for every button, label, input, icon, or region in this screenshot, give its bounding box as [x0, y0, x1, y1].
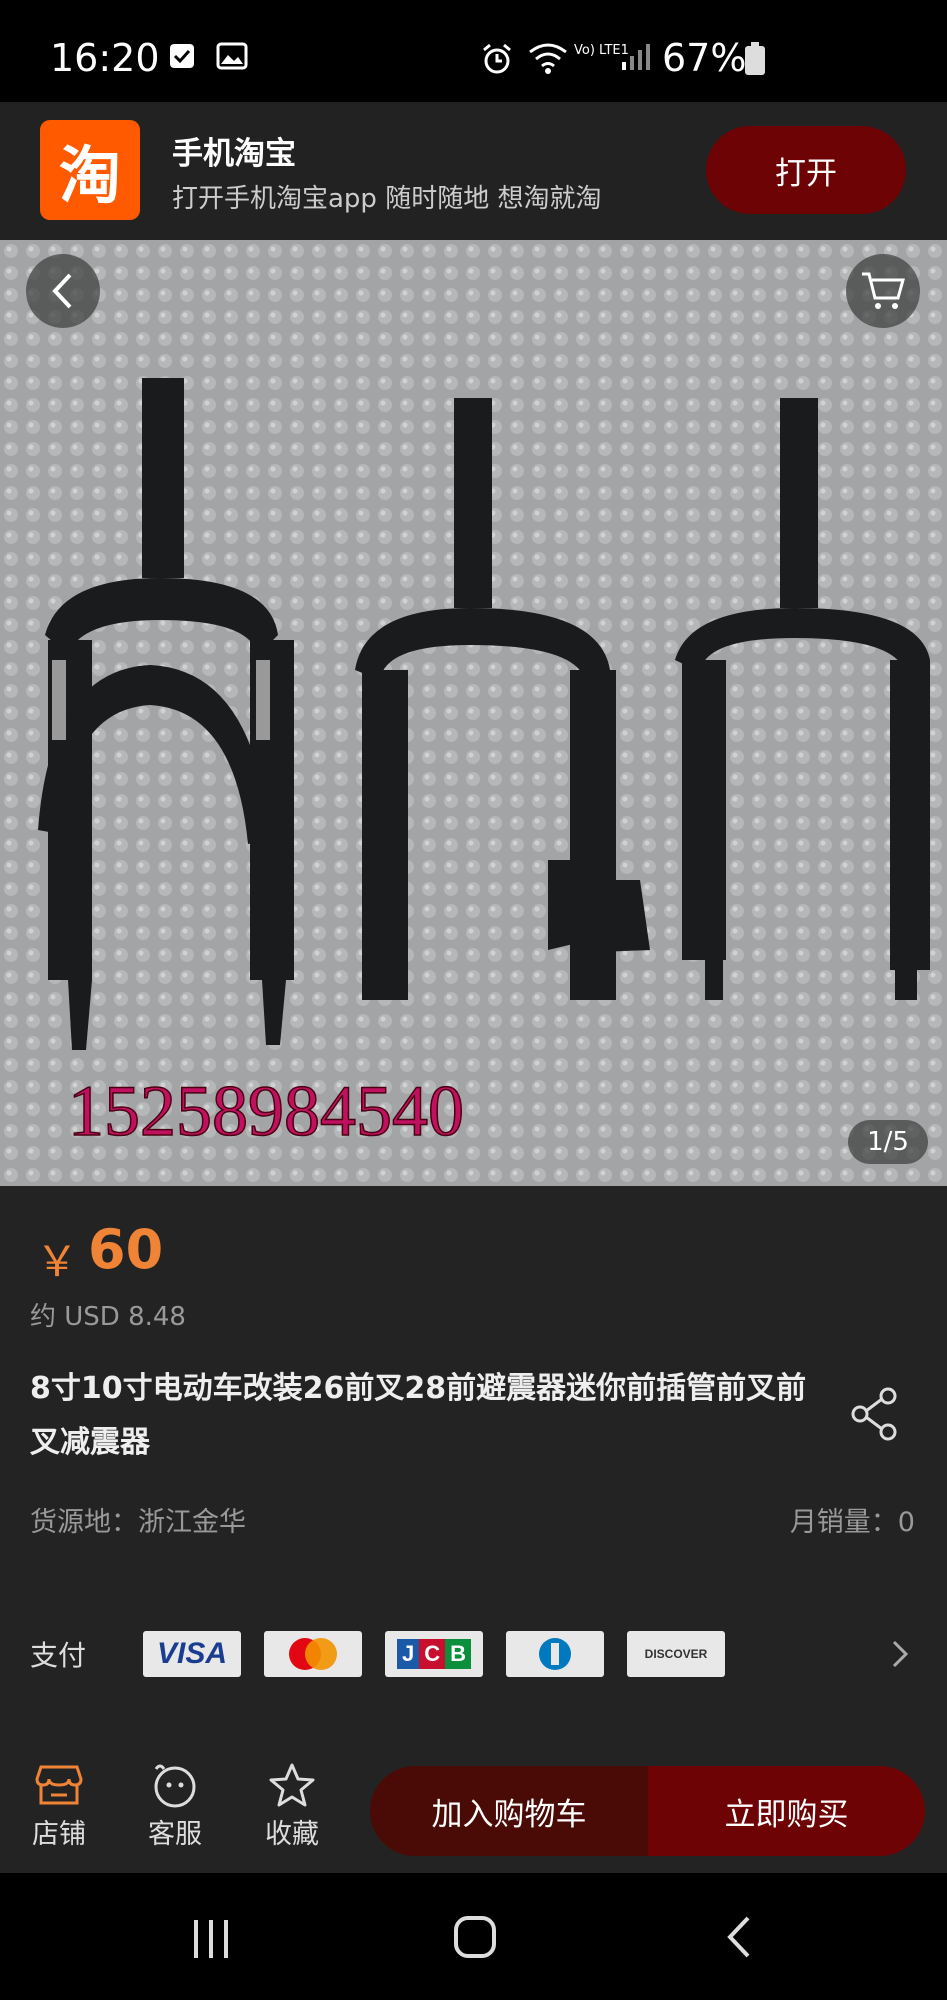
- add-to-cart-button[interactable]: 加入购物车: [370, 1766, 648, 1856]
- customer-service-icon: [154, 1764, 196, 1808]
- visa-card-icon: VISA: [143, 1631, 241, 1677]
- product-image[interactable]: 15258984540: [0, 240, 947, 1186]
- signal-icon: [620, 42, 650, 72]
- diners-card-icon: [506, 1631, 604, 1677]
- favorite-label: 收藏: [265, 1819, 319, 1850]
- payment-label: 支付: [30, 1639, 87, 1672]
- home-icon: [454, 1916, 496, 1958]
- wifi-icon: [528, 42, 567, 74]
- mastercard-icon: [264, 1631, 362, 1677]
- recent-apps-button[interactable]: [188, 1916, 234, 1966]
- taobao-logo-icon[interactable]: 淘: [40, 120, 140, 220]
- customer-service-button[interactable]: 客服: [135, 1758, 215, 1851]
- watermark-phone: 15258984540: [68, 1071, 464, 1151]
- home-button[interactable]: [452, 1914, 498, 1964]
- discover-card-icon: DISCOVER: [627, 1631, 725, 1677]
- app-name: 手机淘宝: [172, 136, 296, 172]
- price: 60: [88, 1218, 164, 1281]
- share-button[interactable]: [848, 1386, 904, 1446]
- cart-button[interactable]: [846, 254, 920, 328]
- gallery-counter: 1/5: [848, 1120, 928, 1164]
- chevron-right-icon: [892, 1640, 909, 1668]
- status-time: 16:20: [50, 36, 160, 80]
- favorite-button[interactable]: 收藏: [252, 1758, 332, 1851]
- app-subtitle: 打开手机淘宝app 随时随地 想淘就淘: [172, 184, 602, 214]
- payment-more-button[interactable]: [888, 1636, 912, 1676]
- share-icon: [851, 1387, 897, 1441]
- battery-percent: 67%: [662, 36, 747, 80]
- checkbox-icon: [168, 42, 198, 72]
- product-photo: 15258984540: [0, 240, 947, 1186]
- customer-service-label: 客服: [148, 1819, 202, 1850]
- product-title: 8寸10寸电动车改装26前叉28前避震器迷你前插管前叉前叉减震器: [30, 1371, 807, 1460]
- buy-now-button[interactable]: 立即购买: [648, 1766, 925, 1856]
- battery-icon: [744, 42, 766, 80]
- star-icon: [269, 1763, 315, 1807]
- shopping-cart-icon: [862, 272, 905, 309]
- gallery-icon: [216, 42, 248, 72]
- store-icon: [35, 1765, 83, 1805]
- system-back-button[interactable]: [722, 1914, 758, 1964]
- origin-location: 货源地：浙江金华: [30, 1507, 246, 1538]
- monthly-sales: 月销量：0: [789, 1507, 915, 1538]
- back-button[interactable]: [26, 254, 100, 328]
- jcb-card-icon: JCB: [385, 1631, 483, 1677]
- chevron-left-icon: [52, 273, 72, 309]
- currency-symbol: ￥: [36, 1237, 79, 1286]
- price-usd: 约 USD 8.48: [30, 1302, 186, 1332]
- open-app-button[interactable]: 打开: [706, 126, 906, 214]
- recent-apps-icon: [194, 1920, 228, 1958]
- store-label: 店铺: [32, 1819, 86, 1850]
- store-button[interactable]: 店铺: [19, 1758, 99, 1851]
- alarm-icon: [480, 42, 511, 74]
- back-arrow-icon: [727, 1916, 750, 1958]
